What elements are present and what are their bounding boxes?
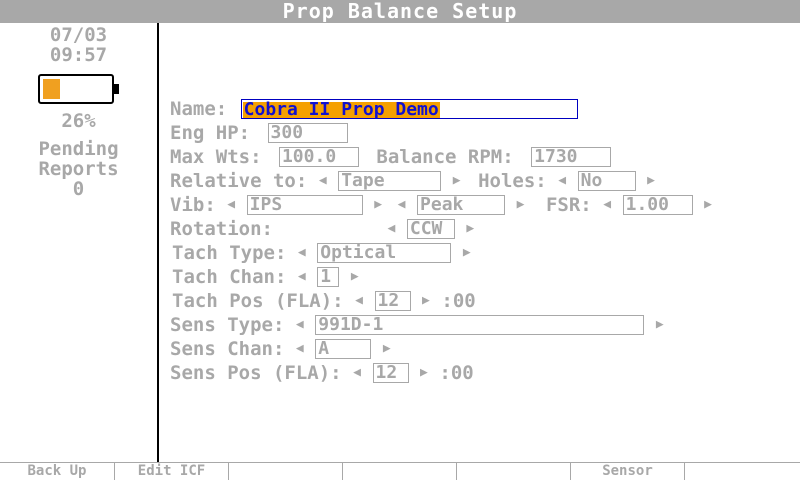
tach-type-right-arrow-icon[interactable]: ▶ [463,242,471,264]
tach-pos-suffix: :00 [441,290,476,312]
vib-right-arrow-icon[interactable]: ▶ [374,194,382,216]
tach-type-row: Tach Type: ◀ Optical ▶ [172,242,471,264]
rotation-row: Rotation: ◀ CCW ▶ [170,218,474,240]
sens-chan-label: Sens Chan: [170,338,285,360]
date-label: 07/03 [49,24,108,46]
back-up-button[interactable]: Back Up [0,463,115,480]
status-sidebar: 07/03 09:57 26% Pending Reports 0 [0,23,159,463]
eng-hp-row: Eng HP: 300 [170,122,348,144]
tach-type-label: Tach Type: [172,242,287,264]
function-key-5[interactable] [457,463,571,480]
balance-rpm-label: Balance RPM: [376,146,514,168]
balance-rpm-field[interactable]: 1730 [531,147,612,167]
pending-count: 0 [72,178,85,200]
max-wts-row: Max Wts: 100.0 Balance RPM: 1730 [170,146,612,168]
eng-hp-label: Eng HP: [170,122,251,144]
tach-pos-row: Tach Pos (FLA): ◀ 12 ▶ :00 [172,290,476,312]
tach-pos-select[interactable]: 12 [374,291,411,311]
function-key-3[interactable] [229,463,343,480]
relative-select[interactable]: Tape [338,171,442,191]
sens-pos-select[interactable]: 12 [372,363,409,383]
name-row: Name: Cobra II Prop Demo [170,98,578,120]
sens-pos-row: Sens Pos (FLA): ◀ 12 ▶ :00 [170,362,474,384]
sens-pos-label: Sens Pos (FLA): [170,362,342,384]
relative-right-arrow-icon[interactable]: ▶ [453,170,461,192]
sens-chan-right-arrow-icon[interactable]: ▶ [383,338,391,360]
tach-chan-label: Tach Chan: [172,266,287,288]
sens-pos-suffix: :00 [439,362,474,384]
vib-mode-right-arrow-icon[interactable]: ▶ [516,194,525,216]
tach-type-left-arrow-icon[interactable]: ◀ [298,242,306,264]
holes-left-arrow-icon[interactable]: ◀ [558,170,566,192]
sens-type-label: Sens Type: [170,314,285,336]
name-field[interactable]: Cobra II Prop Demo [240,99,578,120]
time-label: 09:57 [49,44,108,66]
holes-label: Holes: [478,170,547,192]
relative-label: Relative to: [170,170,308,192]
function-key-bar: Back Up Edit ICF Sensor [0,462,800,480]
tach-chan-row: Tach Chan: ◀ 1 ▶ [172,266,359,288]
sens-chan-select[interactable]: A [315,339,372,359]
tach-pos-right-arrow-icon[interactable]: ▶ [422,290,430,312]
vib-label: Vib: [170,194,216,216]
edit-icf-button[interactable]: Edit ICF [115,463,229,480]
fsr-left-arrow-icon[interactable]: ◀ [603,194,611,216]
vib-mode-left-arrow-icon[interactable]: ◀ [398,194,406,216]
sensor-button[interactable]: Sensor [571,463,685,480]
rotation-right-arrow-icon[interactable]: ▶ [466,218,474,240]
sens-type-left-arrow-icon[interactable]: ◀ [296,314,304,336]
sens-type-select[interactable]: 991D-1 [315,315,645,335]
max-wts-label: Max Wts: [170,146,262,168]
holes-select[interactable]: No [577,171,636,191]
tach-chan-right-arrow-icon[interactable]: ▶ [351,266,359,288]
vib-units-select[interactable]: IPS [246,195,363,215]
title-bar: Prop Balance Setup [0,0,800,23]
tach-pos-label: Tach Pos (FLA): [172,290,344,312]
battery-percent: 26% [61,110,96,132]
tach-chan-left-arrow-icon[interactable]: ◀ [298,266,306,288]
sens-type-right-arrow-icon[interactable]: ▶ [656,314,664,336]
max-wts-field[interactable]: 100.0 [278,147,359,167]
reports-label: Reports [38,158,119,180]
rotation-left-arrow-icon[interactable]: ◀ [387,218,395,240]
sens-pos-right-arrow-icon[interactable]: ▶ [420,362,428,384]
sens-type-row: Sens Type: ◀ 991D-1 ▶ [170,314,664,336]
relative-left-arrow-icon[interactable]: ◀ [319,170,327,192]
vib-row: Vib: ◀ IPS ▶ ◀ Peak ▶ FSR: ◀ 1.00 ▶ [170,194,712,216]
rotation-select[interactable]: CCW [406,219,455,239]
pending-label: Pending [38,138,119,160]
eng-hp-field[interactable]: 300 [267,123,348,143]
battery-icon [37,74,119,104]
fsr-label: FSR: [545,194,592,216]
tach-chan-select[interactable]: 1 [317,267,340,287]
tach-type-select[interactable]: Optical [317,243,452,263]
sens-chan-left-arrow-icon[interactable]: ◀ [296,338,304,360]
tach-pos-left-arrow-icon[interactable]: ◀ [355,290,363,312]
fsr-right-arrow-icon[interactable]: ▶ [704,194,712,216]
name-label: Name: [170,98,228,120]
vib-mode-select[interactable]: Peak [417,195,506,215]
vib-left-arrow-icon[interactable]: ◀ [227,194,235,216]
battery-terminal [113,84,119,94]
function-key-7[interactable] [685,463,800,480]
sens-chan-row: Sens Chan: ◀ A ▶ [170,338,391,360]
relative-row: Relative to: ◀ Tape ▶ Holes: ◀ No ▶ [170,170,655,192]
holes-right-arrow-icon[interactable]: ▶ [647,170,655,192]
rotation-label: Rotation: [170,218,273,240]
sens-pos-left-arrow-icon[interactable]: ◀ [353,362,361,384]
function-key-4[interactable] [343,463,457,480]
battery-level-fill [42,79,60,99]
name-value: Cobra II Prop Demo [242,99,440,120]
fsr-select[interactable]: 1.00 [622,195,693,215]
